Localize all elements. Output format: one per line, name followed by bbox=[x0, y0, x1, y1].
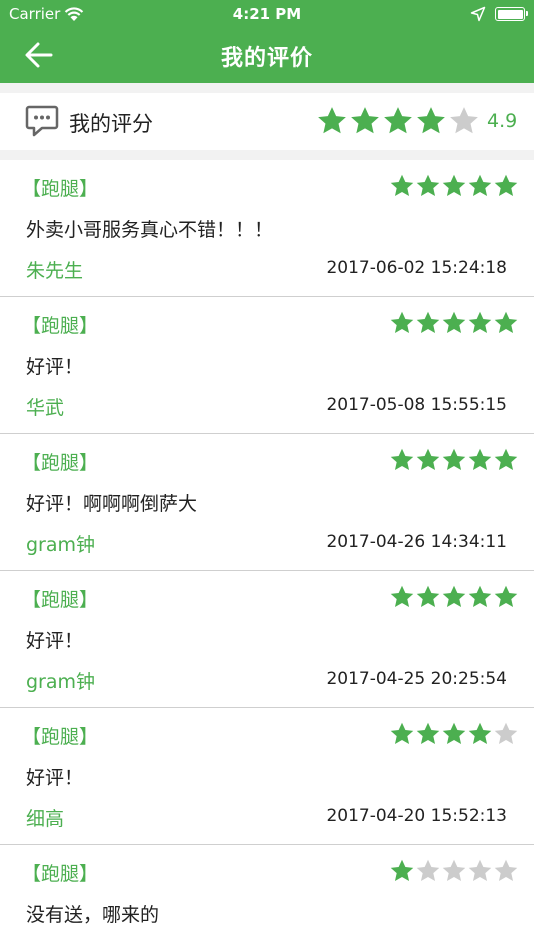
review-user: 细高 bbox=[26, 808, 65, 830]
chat-bubble-icon bbox=[25, 105, 59, 137]
summary-star-rating bbox=[316, 105, 480, 137]
star-filled-icon bbox=[390, 722, 414, 744]
review-item[interactable]: 【跑腿】外卖小哥服务真心不错！！！ 朱先生 2017-06-02 15:24:18 bbox=[0, 160, 534, 297]
header-bar: Carrier 4:21 PM 我的评价 bbox=[0, 0, 534, 83]
star-empty-icon bbox=[416, 859, 440, 881]
review-content: 没有送，哪来的 bbox=[26, 904, 160, 926]
star-filled-icon bbox=[494, 585, 518, 607]
star-filled-icon bbox=[416, 722, 440, 744]
star-filled-icon bbox=[468, 585, 492, 607]
review-tag: 【跑腿】 bbox=[22, 863, 99, 885]
star-filled-icon bbox=[468, 448, 492, 470]
star-filled-icon bbox=[442, 448, 466, 470]
review-content: 外卖小哥服务真心不错！！！ bbox=[26, 219, 274, 241]
review-item[interactable]: 【跑腿】好评！ gram钟 2017-04-25 20:25:54 bbox=[0, 571, 534, 708]
star-filled-icon bbox=[390, 174, 414, 196]
review-item[interactable]: 【跑腿】没有送，哪来的 bbox=[0, 845, 534, 950]
review-star-rating bbox=[389, 584, 519, 610]
nav-bar: 我的评价 bbox=[0, 30, 534, 83]
star-filled-icon bbox=[494, 448, 518, 470]
review-date: 2017-05-08 15:55:15 bbox=[326, 395, 507, 415]
review-star-rating bbox=[389, 721, 519, 747]
star-filled-icon bbox=[442, 311, 466, 333]
page-title: 我的评价 bbox=[220, 46, 313, 71]
star-filled-icon bbox=[390, 311, 414, 333]
star-filled-icon bbox=[351, 107, 379, 134]
location-arrow-icon bbox=[470, 6, 486, 22]
review-date: 2017-04-26 14:34:11 bbox=[326, 532, 507, 552]
review-user: 朱先生 bbox=[26, 260, 84, 282]
review-user: gram钟 bbox=[26, 534, 96, 556]
status-bar: Carrier 4:21 PM bbox=[0, 0, 534, 30]
star-filled-icon bbox=[468, 311, 492, 333]
star-filled-icon bbox=[442, 722, 466, 744]
star-filled-icon bbox=[442, 174, 466, 196]
star-empty-icon bbox=[494, 859, 518, 881]
star-filled-icon bbox=[468, 174, 492, 196]
review-star-rating bbox=[389, 173, 519, 199]
star-filled-icon bbox=[384, 107, 412, 134]
star-filled-icon bbox=[468, 722, 492, 744]
review-tag: 【跑腿】 bbox=[22, 589, 99, 611]
star-filled-icon bbox=[416, 448, 440, 470]
star-filled-icon bbox=[494, 174, 518, 196]
star-filled-icon bbox=[442, 585, 466, 607]
star-filled-icon bbox=[494, 311, 518, 333]
review-item[interactable]: 【跑腿】好评！ 华武 2017-05-08 15:55:15 bbox=[0, 297, 534, 434]
star-filled-icon bbox=[390, 859, 414, 881]
rating-summary: 我的评分 4.9 bbox=[0, 93, 534, 150]
review-tag: 【跑腿】 bbox=[22, 315, 99, 337]
review-tag: 【跑腿】 bbox=[22, 726, 99, 748]
star-empty-icon bbox=[494, 722, 518, 744]
review-item[interactable]: 【跑腿】好评！啊啊啊倒萨大 gram钟 2017-04-26 14:34:11 bbox=[0, 434, 534, 571]
star-filled-icon bbox=[390, 585, 414, 607]
review-user: gram钟 bbox=[26, 671, 96, 693]
review-item[interactable]: 【跑腿】好评！ 细高 2017-04-20 15:52:13 bbox=[0, 708, 534, 845]
battery-icon bbox=[495, 7, 528, 21]
review-date: 2017-06-02 15:24:18 bbox=[326, 258, 507, 278]
review-date: 2017-04-20 15:52:13 bbox=[326, 806, 507, 826]
star-filled-icon bbox=[390, 448, 414, 470]
review-content: 好评！啊啊啊倒萨大 bbox=[26, 493, 198, 515]
star-empty-icon bbox=[450, 107, 478, 134]
review-star-rating bbox=[389, 447, 519, 473]
review-tag: 【跑腿】 bbox=[22, 452, 99, 474]
star-empty-icon bbox=[468, 859, 492, 881]
review-star-rating bbox=[389, 310, 519, 336]
status-time: 4:21 PM bbox=[232, 5, 302, 23]
star-filled-icon bbox=[416, 311, 440, 333]
summary-score: 4.9 bbox=[487, 110, 518, 132]
review-star-rating bbox=[389, 858, 519, 884]
review-tag: 【跑腿】 bbox=[22, 178, 99, 200]
review-content: 好评！ bbox=[26, 630, 84, 652]
star-empty-icon bbox=[442, 859, 466, 881]
star-filled-icon bbox=[416, 585, 440, 607]
star-filled-icon bbox=[318, 107, 346, 134]
review-list: 【跑腿】 外卖小哥服务真心不错！！！ 朱先生 2017-06-02 15:24:18 【… bbox=[0, 160, 534, 950]
review-date: 2017-04-25 20:25:54 bbox=[326, 669, 507, 689]
review-user: 华武 bbox=[26, 397, 65, 419]
review-content: 好评！ bbox=[26, 356, 84, 378]
summary-label: 我的评分 bbox=[69, 112, 153, 136]
star-filled-icon bbox=[417, 107, 445, 134]
review-content: 好评！ bbox=[26, 767, 84, 789]
star-filled-icon bbox=[416, 174, 440, 196]
